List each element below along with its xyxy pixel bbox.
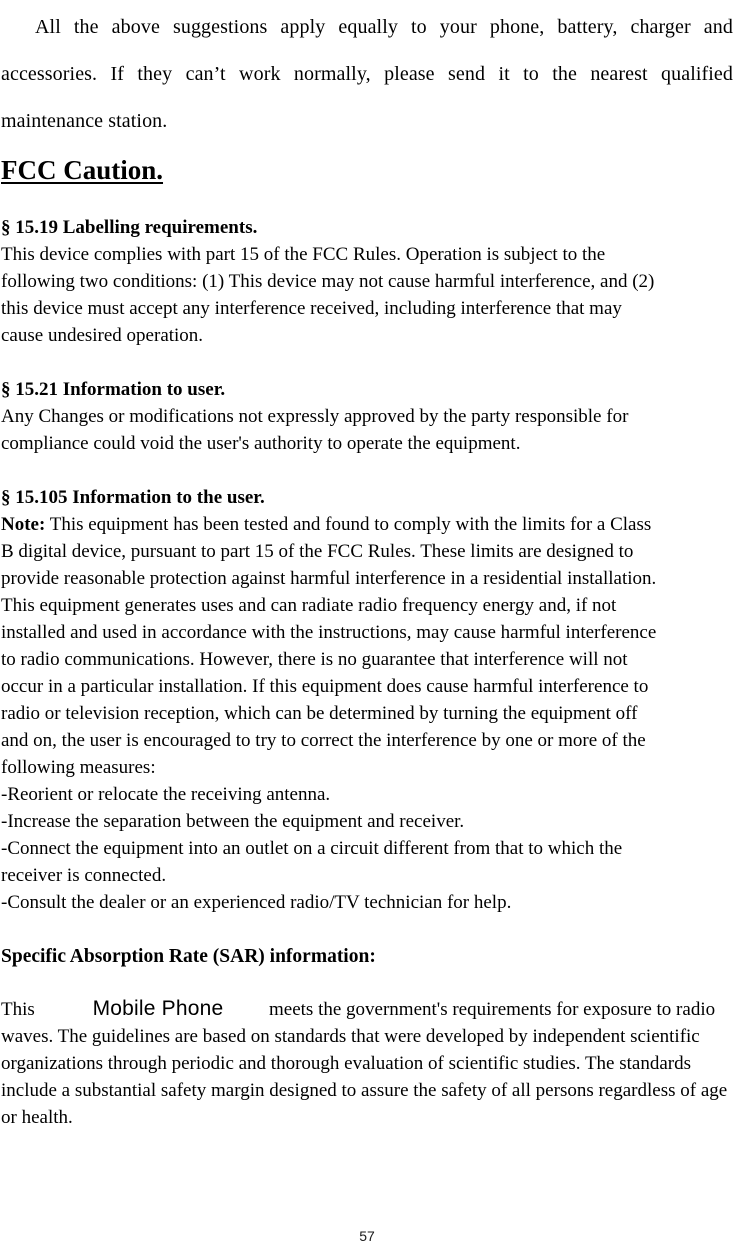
text-line: installed and used in accordance with th… <box>1 622 657 643</box>
section-heading: § 15.21 Information to user. <box>1 379 226 400</box>
text-line: and on, the user is encouraged to try to… <box>1 730 646 751</box>
section-heading: § 15.105 Information to the user. <box>1 487 265 508</box>
text-line: receiver is connected. <box>1 865 167 886</box>
text-line: radio or television reception, which can… <box>1 703 638 724</box>
sar-lead-word: This <box>1 999 35 1020</box>
sar-first-line: This Mobile Phone meets the government's r… <box>1 997 652 1020</box>
text-line: provide reasonable protection against ha… <box>1 568 657 589</box>
page-number: 57 <box>359 1228 375 1244</box>
text-line: -Connect the equipment into an outlet on… <box>1 838 623 859</box>
text-line: this device must accept any interference… <box>1 298 622 319</box>
text-line: following measures: <box>1 757 156 778</box>
sar-heading: Specific Absorption Rate (SAR) informati… <box>1 946 376 967</box>
text-line: -Consult the dealer or an experienced ra… <box>1 892 512 913</box>
text-line: -Reorient or relocate the receiving ante… <box>1 784 331 805</box>
section-heading: § 15.19 Labelling requirements. <box>1 217 258 238</box>
document-page: All the above suggestions apply equally … <box>0 0 734 1252</box>
text-line: occur in a particular installation. If t… <box>1 676 649 697</box>
page-title: FCC Caution. <box>1 153 733 187</box>
note-label: Note: <box>1 514 46 535</box>
section-body: Any Changes or modifications not express… <box>1 403 733 457</box>
text-line: This equipment generates uses and can ra… <box>1 595 617 616</box>
text-line: This device complies with part 15 of the… <box>1 244 606 265</box>
section-body: This device complies with part 15 of the… <box>1 241 733 349</box>
text-line: -Increase the separation between the equ… <box>1 811 465 832</box>
text-line: B digital device, pursuant to part 15 of… <box>1 541 634 562</box>
section-15-105: § 15.105 Information to the user. Note: … <box>1 484 733 916</box>
text-line: compliance could void the user's authori… <box>1 433 521 454</box>
text-line: Any Changes or modifications not express… <box>1 406 629 427</box>
product-name-field: Mobile Phone <box>92 997 224 1020</box>
text-line: following two conditions: (1) This devic… <box>1 271 655 292</box>
section-body: Note: This equipment has been tested and… <box>1 511 733 916</box>
text-line: to radio communications. However, there … <box>1 649 628 670</box>
intro-paragraph: All the above suggestions apply equally … <box>1 16 733 132</box>
section-15-21: § 15.21 Information to user. Any Changes… <box>1 376 733 457</box>
section-sar: Specific Absorption Rate (SAR) informati… <box>1 943 733 1131</box>
sar-after-slot: meets the government's requirements for … <box>269 999 652 1020</box>
sar-body: This Mobile Phone meets the government's r… <box>1 995 733 1131</box>
note-first-line: This equipment has been tested and found… <box>45 514 652 535</box>
section-15-19: § 15.19 Labelling requirements. This dev… <box>1 214 733 349</box>
page-title-text: FCC Caution. <box>1 155 164 185</box>
text-line-note: Note: This equipment has been tested and… <box>1 511 733 538</box>
text-line: cause undesired operation. <box>1 325 204 346</box>
